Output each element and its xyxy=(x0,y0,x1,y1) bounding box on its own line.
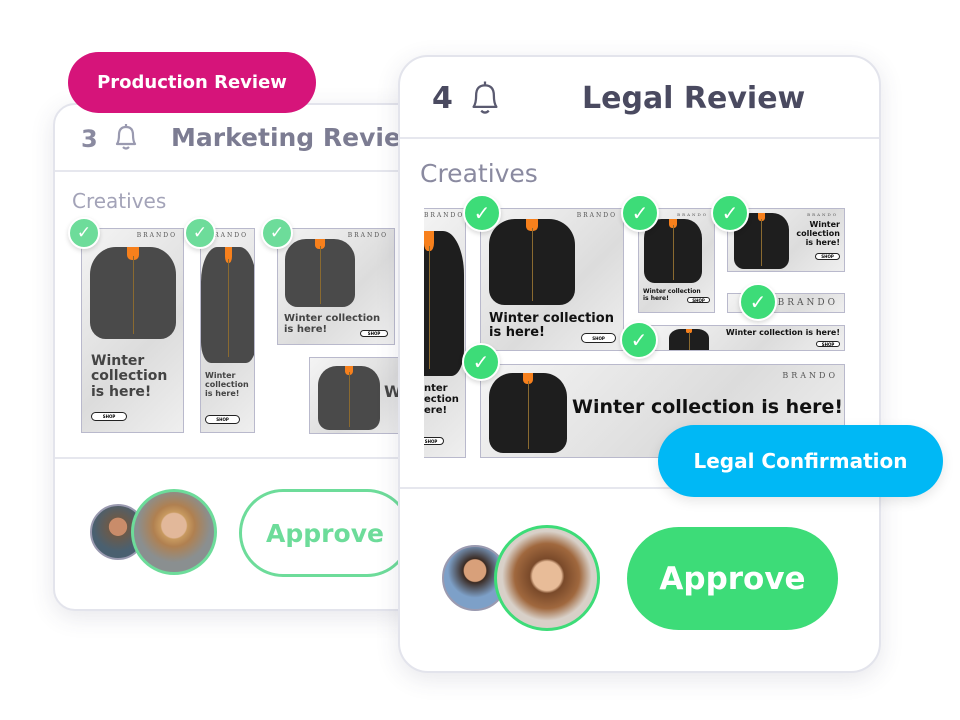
creative-thumbnail[interactable]: BRANDO Winter collection is here! SHOP xyxy=(81,228,184,433)
legal-review-card: 4 Legal Review Creatives BRANDO nter ecti… xyxy=(398,55,881,673)
check-icon: ✓ xyxy=(261,217,293,249)
creative-thumbnail[interactable]: BRANDO Winter collection is here! SHOP xyxy=(277,228,395,345)
brand-logo: BRANDO xyxy=(424,212,465,219)
check-icon: ✓ xyxy=(184,217,216,249)
jacket-image xyxy=(285,239,355,307)
headline: Winter collection is here! xyxy=(725,328,840,337)
check-icon: ✓ xyxy=(620,321,658,359)
jacket-image xyxy=(489,373,567,453)
creative-thumbnail[interactable]: W xyxy=(309,357,409,434)
card-title: Marketing Review xyxy=(171,123,423,152)
creative-thumbnail[interactable]: BRANDO nter ection ere! SHOP xyxy=(424,208,466,458)
section-label: Creatives xyxy=(420,159,538,188)
brand-logo: BRANDO xyxy=(677,212,708,217)
avatar[interactable] xyxy=(131,489,217,575)
brand-logo: BRANDO xyxy=(347,232,388,239)
jacket-image xyxy=(644,219,702,283)
headline: Winter collection is here! xyxy=(91,353,168,400)
creative-thumbnail[interactable]: Winter collection is here! SHOP xyxy=(650,325,845,351)
shop-button: SHOP xyxy=(581,333,616,343)
brand-logo: BRANDO xyxy=(576,212,617,219)
divider xyxy=(400,137,879,139)
bell-icon[interactable] xyxy=(467,79,503,117)
headline: Winter collection is here! xyxy=(796,220,840,247)
shop-button: SHOP xyxy=(816,341,840,347)
shop-button: SHOP xyxy=(205,415,240,424)
creative-thumbnail[interactable]: BRANDO Winter collection is here! SHOP xyxy=(480,208,624,351)
avatar[interactable] xyxy=(494,525,600,631)
brand-logo: BRANDO xyxy=(782,371,838,380)
legal-confirmation-badge: Legal Confirmation xyxy=(658,425,943,497)
check-icon: ✓ xyxy=(621,194,659,232)
bell-icon[interactable] xyxy=(112,122,140,152)
production-review-badge: Production Review xyxy=(68,52,316,113)
creative-thumbnail[interactable]: BRANDO Winter collection is here! SHOP xyxy=(200,228,255,433)
jacket-image xyxy=(318,366,380,430)
shop-button: SHOP xyxy=(424,437,444,445)
check-icon: ✓ xyxy=(68,217,100,249)
check-icon: ✓ xyxy=(711,194,749,232)
check-icon: ✓ xyxy=(463,194,501,232)
approve-button[interactable]: Approve xyxy=(239,489,411,577)
headline: Winter collection is here! xyxy=(205,371,249,398)
card-title: Legal Review xyxy=(582,81,806,116)
section-label: Creatives xyxy=(72,189,167,213)
notification-count: 3 xyxy=(81,125,98,153)
shop-button: SHOP xyxy=(815,253,840,260)
jacket-image xyxy=(424,231,464,376)
brand-logo: BRANDO xyxy=(807,212,838,217)
shop-button: SHOP xyxy=(687,297,710,303)
jacket-image xyxy=(669,329,709,350)
check-icon: ✓ xyxy=(462,343,500,381)
jacket-image xyxy=(201,247,254,363)
marketing-review-card: 3 Marketing Review Creatives BRANDO Wint… xyxy=(53,103,423,611)
brand-logo: BRANDO xyxy=(777,298,838,308)
headline: nter ection ere! xyxy=(424,383,459,416)
shop-button: SHOP xyxy=(91,412,127,421)
divider xyxy=(55,457,421,459)
shop-button: SHOP xyxy=(360,330,388,337)
divider xyxy=(55,170,421,172)
jacket-image xyxy=(489,219,575,305)
jacket-image xyxy=(90,247,176,339)
headline: Winter collection is here! xyxy=(572,396,844,418)
notification-count: 4 xyxy=(432,81,453,116)
check-icon: ✓ xyxy=(739,283,777,321)
approve-button[interactable]: Approve xyxy=(627,527,838,630)
brand-logo: BRANDO xyxy=(136,232,177,239)
